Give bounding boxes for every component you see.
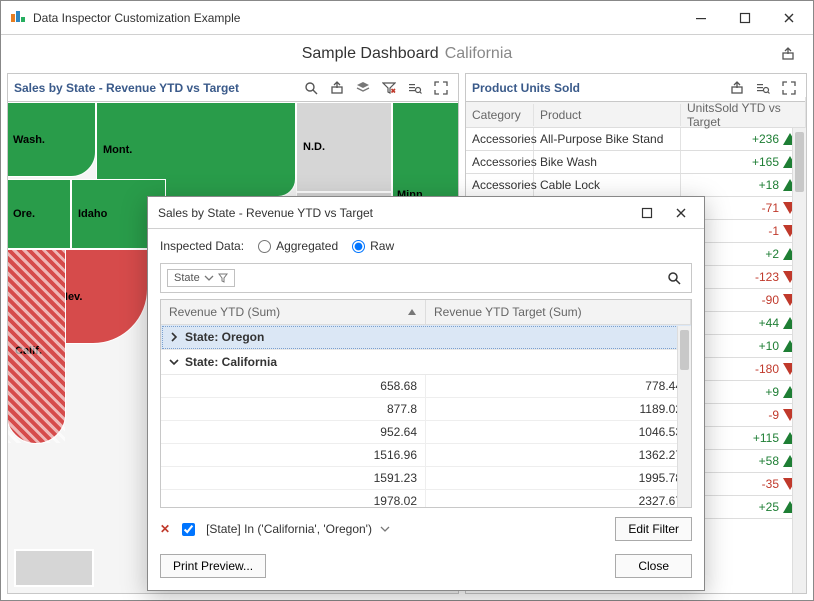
table-row[interactable]: 1591.231995.78 <box>161 467 691 490</box>
group-chip-state[interactable]: State <box>167 269 235 287</box>
print-preview-button[interactable]: Print Preview... <box>160 554 266 578</box>
filter-icon <box>218 273 228 283</box>
minimize-button[interactable] <box>679 3 723 33</box>
scrollbar[interactable] <box>792 128 806 593</box>
scrollbar-thumb[interactable] <box>795 132 804 192</box>
inspector-grid-header: Revenue YTD (Sum) Revenue YTD Target (Su… <box>161 300 691 325</box>
table-row[interactable]: AccessoriesCable Lock+18 <box>466 174 806 197</box>
filter-expression: [State] In ('California', 'Oregon') <box>206 522 372 536</box>
inspect-icon[interactable] <box>752 77 774 99</box>
product-panel-title: Product Units Sold <box>472 81 722 95</box>
edit-filter-button[interactable]: Edit Filter <box>615 517 692 541</box>
col-revenue-target[interactable]: Revenue YTD Target (Sum) <box>426 300 691 324</box>
chevron-down-icon <box>204 273 214 283</box>
col-category[interactable]: Category <box>466 104 534 126</box>
maximize-panel-icon[interactable] <box>778 77 800 99</box>
inspector-filter-bar: ✕ [State] In ('California', 'Oregon') Ed… <box>160 514 692 544</box>
inspector-scrollbar[interactable] <box>677 326 691 507</box>
group-by-bar: State <box>160 263 692 293</box>
inspector-title: Sales by State - Revenue YTD vs Target <box>158 206 373 220</box>
scrollbar-thumb[interactable] <box>680 330 689 370</box>
state-nev[interactable]: Nev. <box>53 249 148 344</box>
sort-asc-icon <box>407 307 417 317</box>
export-icon[interactable] <box>326 77 348 99</box>
table-row[interactable]: 877.81189.02 <box>161 398 691 421</box>
dashboard-export-icon[interactable] <box>777 43 799 65</box>
inspector-maximize-button[interactable] <box>630 198 664 228</box>
chevron-down-icon <box>169 357 179 367</box>
state-wash[interactable]: Wash. <box>8 102 96 177</box>
window-title: Data Inspector Customization Example <box>33 11 240 25</box>
inspector-footer: Print Preview... Close <box>160 554 692 578</box>
inspector-close-button[interactable] <box>664 198 698 228</box>
chevron-right-icon <box>169 332 179 342</box>
map-panel-title: Sales by State - Revenue YTD vs Target <box>14 81 296 95</box>
col-revenue-ytd[interactable]: Revenue YTD (Sum) <box>161 300 426 324</box>
inspected-data-label: Inspected Data: <box>160 239 244 253</box>
search-icon[interactable] <box>300 77 322 99</box>
export-icon[interactable] <box>726 77 748 99</box>
state-nd[interactable]: N.D. <box>296 102 392 192</box>
group-row-oregon[interactable]: State: Oregon <box>161 325 691 350</box>
table-row[interactable]: AccessoriesBike Wash+165 <box>466 151 806 174</box>
inspected-data-row: Inspected Data: Aggregated Raw <box>148 229 704 263</box>
raw-radio-input[interactable] <box>352 240 365 253</box>
map-panel-header: Sales by State - Revenue YTD vs Target <box>8 74 458 102</box>
aggregated-radio[interactable]: Aggregated <box>258 239 338 253</box>
filter-clear-icon[interactable] <box>378 77 400 99</box>
aggregated-radio-input[interactable] <box>258 240 271 253</box>
inspector-titlebar: Sales by State - Revenue YTD vs Target <box>148 197 704 229</box>
search-icon[interactable] <box>663 267 685 289</box>
maximize-panel-icon[interactable] <box>430 77 452 99</box>
table-row[interactable]: 1516.961362.27 <box>161 444 691 467</box>
state-ore[interactable]: Ore. <box>8 179 71 249</box>
table-row[interactable]: 952.641046.53 <box>161 421 691 444</box>
layers-icon[interactable] <box>352 77 374 99</box>
app-icon <box>11 11 25 25</box>
maximize-button[interactable] <box>723 3 767 33</box>
product-grid-header: Category Product UnitsSold YTD vs Target <box>466 102 806 128</box>
inspector-grid: Revenue YTD (Sum) Revenue YTD Target (Su… <box>160 299 692 508</box>
filter-history-dropdown-icon[interactable] <box>380 524 390 534</box>
minimap[interactable] <box>14 549 94 587</box>
group-row-california[interactable]: State: California <box>161 350 691 375</box>
table-row[interactable]: AccessoriesAll-Purpose Bike Stand+236 <box>466 128 806 151</box>
dashboard-subtitle: California <box>445 45 513 63</box>
raw-radio[interactable]: Raw <box>352 239 394 253</box>
close-button[interactable]: Close <box>615 554 692 578</box>
inspector-data-rows: 658.68778.44877.81189.02952.641046.53151… <box>161 375 691 508</box>
filter-enabled-checkbox[interactable] <box>182 523 195 536</box>
dashboard-title: Sample Dashboard <box>302 45 439 63</box>
col-product[interactable]: Product <box>534 104 681 126</box>
clear-filter-icon[interactable]: ✕ <box>160 522 170 536</box>
table-row[interactable]: 1978.022327.67 <box>161 490 691 508</box>
state-calif[interactable]: Calif. <box>8 249 66 444</box>
inspector-dialog: Sales by State - Revenue YTD vs Target I… <box>147 196 705 591</box>
table-row[interactable]: 658.68778.44 <box>161 375 691 398</box>
titlebar: Data Inspector Customization Example <box>1 1 813 35</box>
dashboard-header: Sample Dashboard California <box>1 35 813 73</box>
close-button[interactable] <box>767 3 811 33</box>
inspect-icon[interactable] <box>404 77 426 99</box>
